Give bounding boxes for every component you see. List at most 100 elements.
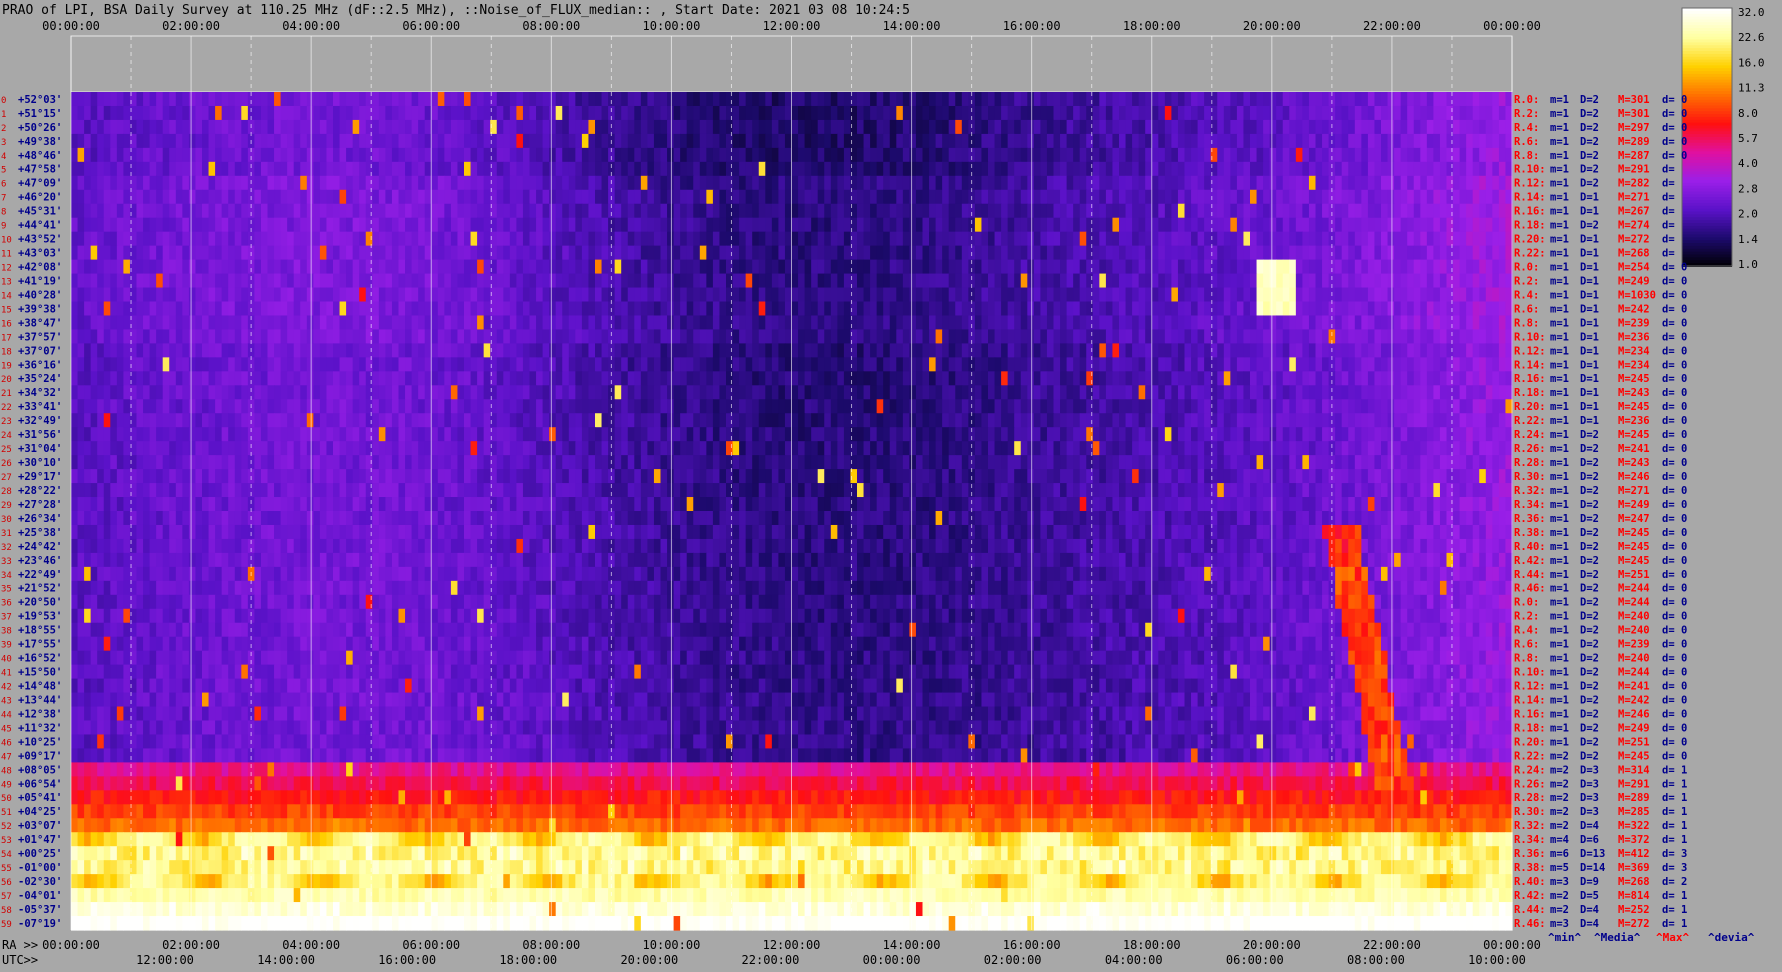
heatmap-cell [313,217,321,233]
heatmap-cell [1426,385,1434,400]
heatmap-cell [431,371,439,386]
heatmap-cell [745,175,753,191]
heatmap-cell [568,133,576,149]
heatmap-cell [1400,329,1408,344]
heatmap-cell [339,231,347,247]
heatmap-cell [254,315,262,331]
heatmap-cell [1236,385,1245,400]
heatmap-cell [981,119,989,135]
heatmap-cell [385,273,393,289]
heatmap-cell [568,105,576,121]
heatmap-cell [254,92,262,107]
heatmap-cell [1099,315,1107,331]
heatmap-cell [280,259,288,275]
heatmap-cell [319,231,328,247]
heatmap-cell [1204,371,1212,386]
heatmap-cell [581,371,590,386]
heatmap-cell [1263,189,1271,205]
heatmap-cell [457,203,465,219]
heatmap-cell [876,217,884,233]
heatmap-cell [352,287,360,303]
heatmap-cell [385,287,393,303]
heatmap-cell [1367,231,1376,247]
heatmap-cell [562,371,570,386]
heatmap-cell [437,161,445,177]
heatmap-cell [863,217,871,233]
heatmap-cell [352,175,360,191]
heatmap-cell [300,133,308,149]
heatmap-cell [97,147,105,163]
heatmap-cell [706,371,714,386]
heatmap-cell [706,175,714,191]
heatmap-cell [811,329,819,344]
heatmap-cell [1276,217,1284,233]
heatmap-cell [221,259,229,275]
heatmap-cell [496,175,504,191]
heatmap-cell [758,315,766,331]
heatmap-cell [1060,231,1068,247]
heatmap-cell [942,119,950,135]
heatmap-cell [90,371,98,386]
heatmap-cell [346,385,354,400]
heatmap-cell [260,273,269,289]
heatmap-cell [1040,217,1048,233]
heatmap-cell [457,147,465,163]
heatmap-cell [260,357,269,372]
heatmap-cell [221,329,229,344]
heatmap-cell [870,133,878,149]
heatmap-cell [483,371,491,386]
heatmap-cell [1060,217,1068,233]
heatmap-cell [542,245,550,261]
heatmap-cell [1322,133,1330,149]
heatmap-cell [149,273,157,289]
heatmap-cell [1453,245,1461,261]
heatmap-cell [1361,273,1369,289]
heatmap-cell [1033,175,1041,191]
heatmap-cell [280,385,288,400]
heatmap-cell [116,189,124,205]
heatmap-cell [1269,371,1277,386]
heatmap-cell [1171,343,1179,358]
heatmap-cell [562,189,570,205]
heatmap-cell [1040,371,1048,386]
heatmap-cell [215,217,223,233]
heatmap-cell [1066,245,1074,261]
heatmap-cell [306,399,314,414]
heatmap-cell [123,245,131,261]
heatmap-cell [948,259,956,275]
heatmap-cell [208,315,216,331]
heatmap-cell [634,133,642,149]
heatmap-cell [306,245,314,261]
heatmap-cell [241,357,249,372]
heatmap-cell [1256,259,1264,275]
heatmap-cell [274,175,282,191]
heatmap-cell [97,217,105,233]
heatmap-cell [1407,371,1415,386]
heatmap-cell [1046,217,1055,233]
heatmap-cell [1073,119,1081,135]
heatmap-cell [1027,105,1035,121]
heatmap-cell [876,371,884,386]
heatmap-cell [457,371,465,386]
heatmap-cell [228,189,236,205]
heatmap-cell [1341,161,1349,177]
heatmap-cell [162,231,170,247]
heatmap-cell [830,105,838,121]
heatmap-cell [1498,189,1507,205]
heatmap-cell [686,133,694,149]
heatmap-cell [1322,357,1330,372]
heatmap-cell [143,329,151,344]
heatmap-cell [280,357,288,372]
heatmap-cell [77,217,85,233]
heatmap-cell [994,329,1002,344]
heatmap-cell [391,161,400,177]
heatmap-cell [457,273,465,289]
heatmap-cell [457,343,465,358]
colorbar-tick-label: 4.0 [1738,157,1758,170]
heatmap-cell [883,287,891,303]
top-axis-tick-label: 14:00:00 [883,19,941,33]
heatmap-cell [1177,119,1186,135]
heatmap-cell [575,315,583,331]
heatmap-cell [1420,189,1428,205]
heatmap-cell [175,92,183,107]
